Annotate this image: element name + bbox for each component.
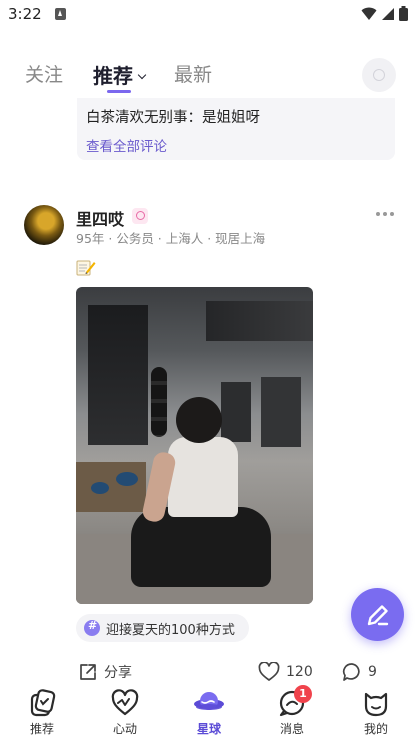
signal-icon [382,7,394,20]
nav-label: 推荐 [29,722,54,736]
share-icon [80,664,96,680]
tab-recommend-label: 推荐 [93,64,133,88]
photo-medicine-balls [151,367,167,437]
photo-person-head [176,397,222,443]
author-avatar[interactable] [24,205,64,245]
tab-recommend[interactable]: 推荐 [93,60,147,89]
comment-count: 9 [368,664,377,680]
bottom-nav: 推荐 心动 星球 消息 我的 [0,686,418,744]
nav-item-planet[interactable]: 星球 [179,688,239,737]
topic-chip[interactable]: 迎接夏天的100种方式 [76,614,249,642]
nav-item-recommend[interactable]: 推荐 [12,688,72,737]
app-notification-icon [55,8,66,20]
nav-label: 消息 [279,722,304,736]
tab-follow[interactable]: 关注 [25,60,63,87]
nav-item-heartbeat[interactable]: 心动 [95,688,155,737]
like-button[interactable]: 120 [258,662,313,682]
like-count: 120 [286,664,313,680]
topic-label: 迎接夏天的100种方式 [106,622,235,638]
author-meta: 95年 · 公务员 · 上海人 · 现居上海 [76,231,266,246]
photo-window [88,305,148,445]
share-button[interactable]: 分享 [78,662,132,682]
tab-latest[interactable]: 最新 [174,60,212,87]
feed-tabs: 关注 推荐 最新 [0,56,418,100]
verified-badge-icon [132,208,148,224]
pencil-icon [367,605,389,626]
nav-label: 心动 [112,722,137,736]
nav-item-messages[interactable]: 消息 [262,688,322,737]
photo-bosu-ball [91,482,109,494]
wifi-icon [361,7,377,20]
nav-item-me[interactable]: 我的 [346,688,406,737]
planet-icon [194,688,224,718]
nav-label: 我的 [363,722,388,736]
chevron-down-icon [137,70,147,80]
photo-ceiling [206,301,313,341]
comment-preview: 白茶清欢无别事：是姐姐呀 查看全部评论 [77,98,395,160]
comment-text: 白茶清欢无别事：是姐姐呀 [86,110,260,126]
post-photo[interactable] [76,287,313,604]
status-time: 3:22 [8,5,42,23]
photo-bosu-ball [116,472,138,486]
user-avatar-button[interactable] [362,58,396,92]
compose-post-button[interactable] [351,588,404,641]
status-bar: 3:22 [0,0,418,30]
photo-gym-machine [221,382,251,442]
post-actions: 分享 120 9 [0,662,418,686]
profile-cat-icon [361,688,391,718]
recommend-icon [27,688,57,718]
memo-emoji-icon [76,260,96,276]
photo-bench [76,462,146,512]
author-name[interactable]: 里四哎 [76,206,124,230]
view-all-comments-link[interactable]: 查看全部评论 [86,135,167,155]
comment-button[interactable]: 9 [342,662,377,682]
hashtag-icon [84,619,100,636]
more-options-icon[interactable] [376,212,394,216]
nav-label: 星球 [196,722,221,736]
battery-icon [399,6,408,21]
heart-nav-icon [110,688,140,718]
unread-message-badge: 1 [294,685,312,703]
share-label: 分享 [104,665,132,681]
photo-gym-machine [261,377,301,447]
photo-person-body [168,437,238,517]
status-indicators [361,6,408,21]
heart-icon [258,662,280,681]
active-tab-indicator [107,90,131,93]
comment-bubble-icon [342,663,360,681]
